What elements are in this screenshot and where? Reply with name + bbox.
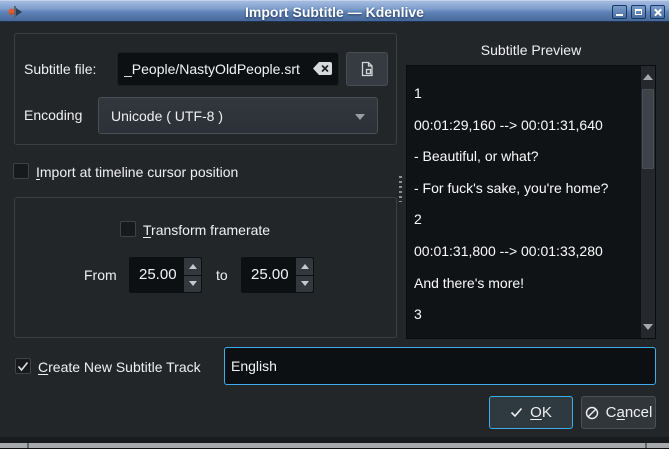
spin-down-button[interactable] <box>296 276 313 293</box>
maximize-icon <box>635 9 642 15</box>
scroll-up-button[interactable] <box>641 66 655 88</box>
track-name-input[interactable] <box>224 347 656 385</box>
import-at-cursor-label[interactable]: Import at timeline cursor position <box>36 164 238 180</box>
ok-button[interactable]: OK <box>489 396 573 429</box>
framerate-frame <box>14 197 397 338</box>
from-label: From <box>84 267 117 283</box>
spin-up-button[interactable] <box>296 258 313 275</box>
panel-splitter-handle[interactable] <box>399 176 402 202</box>
window-title: Import Subtitle — Kdenlive <box>0 4 669 20</box>
encoding-label: Encoding <box>24 107 82 123</box>
close-button[interactable] <box>650 5 665 19</box>
clear-input-icon[interactable] <box>312 61 333 76</box>
scroll-down-button[interactable] <box>641 316 655 338</box>
cancel-block-icon <box>585 406 599 420</box>
transform-framerate-label[interactable]: Transform framerate <box>143 222 270 238</box>
spin-up-button[interactable] <box>184 258 201 275</box>
framerate-to-value: 25.00 <box>251 266 289 283</box>
scroll-down-icon <box>643 324 653 330</box>
framerate-from-value: 25.00 <box>139 266 177 283</box>
create-track-label[interactable]: Create New Subtitle Track <box>38 359 201 375</box>
ok-check-icon <box>510 407 523 418</box>
subtitle-preview-text: 100:01:29,160 --> 00:01:31,640- Beautifu… <box>414 78 639 338</box>
subtitle-preview-pane: 100:01:29,160 --> 00:01:31,640- Beautifu… <box>406 65 656 339</box>
browse-file-button[interactable] <box>346 52 388 86</box>
spin-down-icon <box>189 281 197 286</box>
to-label: to <box>216 267 228 283</box>
spin-down-icon <box>301 281 309 286</box>
subtitle-preview-title: Subtitle Preview <box>406 42 656 58</box>
spin-up-icon <box>189 264 197 269</box>
subtitle-file-input[interactable] <box>117 52 339 86</box>
minimize-icon <box>616 14 623 16</box>
close-icon <box>653 8 662 17</box>
cancel-button-label: Cancel <box>606 404 653 421</box>
encoding-select[interactable]: Unicode ( UTF-8 ) <box>98 97 378 134</box>
titlebar[interactable]: Import Subtitle — Kdenlive <box>0 0 669 22</box>
create-track-checkbox[interactable] <box>15 358 31 374</box>
document-open-icon <box>359 61 375 77</box>
framerate-from-spinbox[interactable]: 25.00 <box>128 256 203 294</box>
transform-framerate-checkbox[interactable] <box>120 221 136 237</box>
encoding-selected-value: Unicode ( UTF-8 ) <box>111 108 223 124</box>
framerate-to-spinbox[interactable]: 25.00 <box>240 256 315 294</box>
checkbox-check-icon <box>17 361 29 372</box>
import-at-cursor-checkbox[interactable] <box>13 163 29 179</box>
maximize-button[interactable] <box>631 5 646 19</box>
ok-button-label: OK <box>530 404 552 421</box>
scroll-up-icon <box>643 74 653 80</box>
minimize-button[interactable] <box>612 5 627 19</box>
import-subtitle-dialog: Import Subtitle — Kdenlive Subtitle file… <box>0 0 669 449</box>
preview-scrollbar[interactable] <box>641 66 655 338</box>
scrollbar-thumb[interactable] <box>642 89 654 169</box>
spin-down-button[interactable] <box>184 276 201 293</box>
cancel-button[interactable]: Cancel <box>581 396 656 429</box>
spin-up-icon <box>301 264 309 269</box>
subtitle-file-label: Subtitle file: <box>24 61 96 77</box>
chevron-down-icon <box>355 114 365 120</box>
